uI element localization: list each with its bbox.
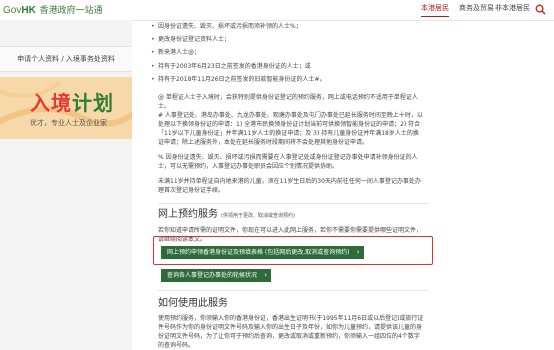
- section-title-online-booking: 网上预约服务 (供领用于更改、取消或查询预约): [158, 210, 295, 221]
- nav-business[interactable]: 商务及贸易: [459, 3, 494, 17]
- section-title-how-to-use: 如何使用此服务: [158, 298, 228, 309]
- queue-status-button[interactable]: 查询各人事登记办事处的轮候状况 ›: [161, 269, 272, 282]
- banner-title-red: 入境: [30, 91, 72, 115]
- nav-non-residents[interactable]: 非本港居民: [495, 3, 530, 13]
- list-item: 因身份证遗失、毁灭、损坏或污损而须补领的人士%；: [151, 22, 418, 31]
- note-extended-hours: # 人事登记处、港岛办事处、九龙办事处、观塘办事处及屯门办事处已延长服务时间至晚…: [158, 112, 423, 146]
- note-one-way-permit: @ 单程证人士于入境时，会获特别提供身份证登记的预约服务，网上或电话预约不适用于…: [158, 94, 418, 110]
- search-icon[interactable]: [535, 4, 546, 15]
- sidebar-link-personal-data[interactable]: 申请个人资料 / 入境事务处资料: [0, 46, 132, 72]
- main-nav: 本港居民 商务及贸易: [421, 3, 494, 17]
- section-title-note: (供领用于更改、取消或查询预约): [221, 213, 295, 219]
- nav-residents[interactable]: 本港居民: [421, 3, 449, 17]
- logo-prefix: Gov: [3, 5, 22, 16]
- sidebar: 申请个人资料 / 入境事务处资料 入境计划 优才，专业人士及企业家: [0, 20, 132, 350]
- note-children: 未满11岁并持单程证自内地来港的儿童，须在11岁生日后的30天内前往任何一间人事…: [158, 178, 421, 194]
- banner-title: 入境计划: [30, 87, 114, 116]
- immigration-schemes-banner[interactable]: 入境计划 优才，专业人士及企业家: [0, 77, 132, 139]
- divider: [158, 203, 428, 204]
- note-replacement: % 因身份证遗失、毁灭、损坏或污损而需要在人事登记处或身份证登记办事处申请补领身…: [158, 154, 418, 170]
- logo-chinese: 香港政府一站通: [39, 5, 103, 15]
- divider: [158, 290, 428, 291]
- govhk-logo[interactable]: GovHK 香港政府一站通: [3, 3, 103, 16]
- section-how-to-use-desc: 使用预约服务，你须输入你的香港身份证，香港出生证明书(于1995年11月6日或以…: [158, 315, 424, 349]
- list-item: 新来港人士@；: [151, 48, 418, 57]
- logo-hk: HK: [21, 5, 36, 16]
- top-bar: GovHK 香港政府一站通 本港居民 商务及贸易 非本港居民: [0, 0, 554, 21]
- section-title-text: 网上预约服务: [158, 209, 218, 220]
- list-item: 更改身份证登记资料人士；: [151, 35, 418, 44]
- banner-title-green: 计划: [72, 91, 114, 115]
- queue-status-label: 查询各人事登记办事处的轮候状况: [167, 272, 258, 279]
- chevron-right-icon: ›: [264, 271, 268, 279]
- list-item: 持有于2018年11月26日之前签发的旧款智能身份证的人士#。: [151, 75, 418, 84]
- highlight-box: [153, 236, 433, 265]
- banner-subtitle: 优才，专业人士及企业家: [30, 119, 107, 127]
- list-item: 持有于2003年6月23日之前签发的香港身份证的人士；或: [151, 62, 418, 71]
